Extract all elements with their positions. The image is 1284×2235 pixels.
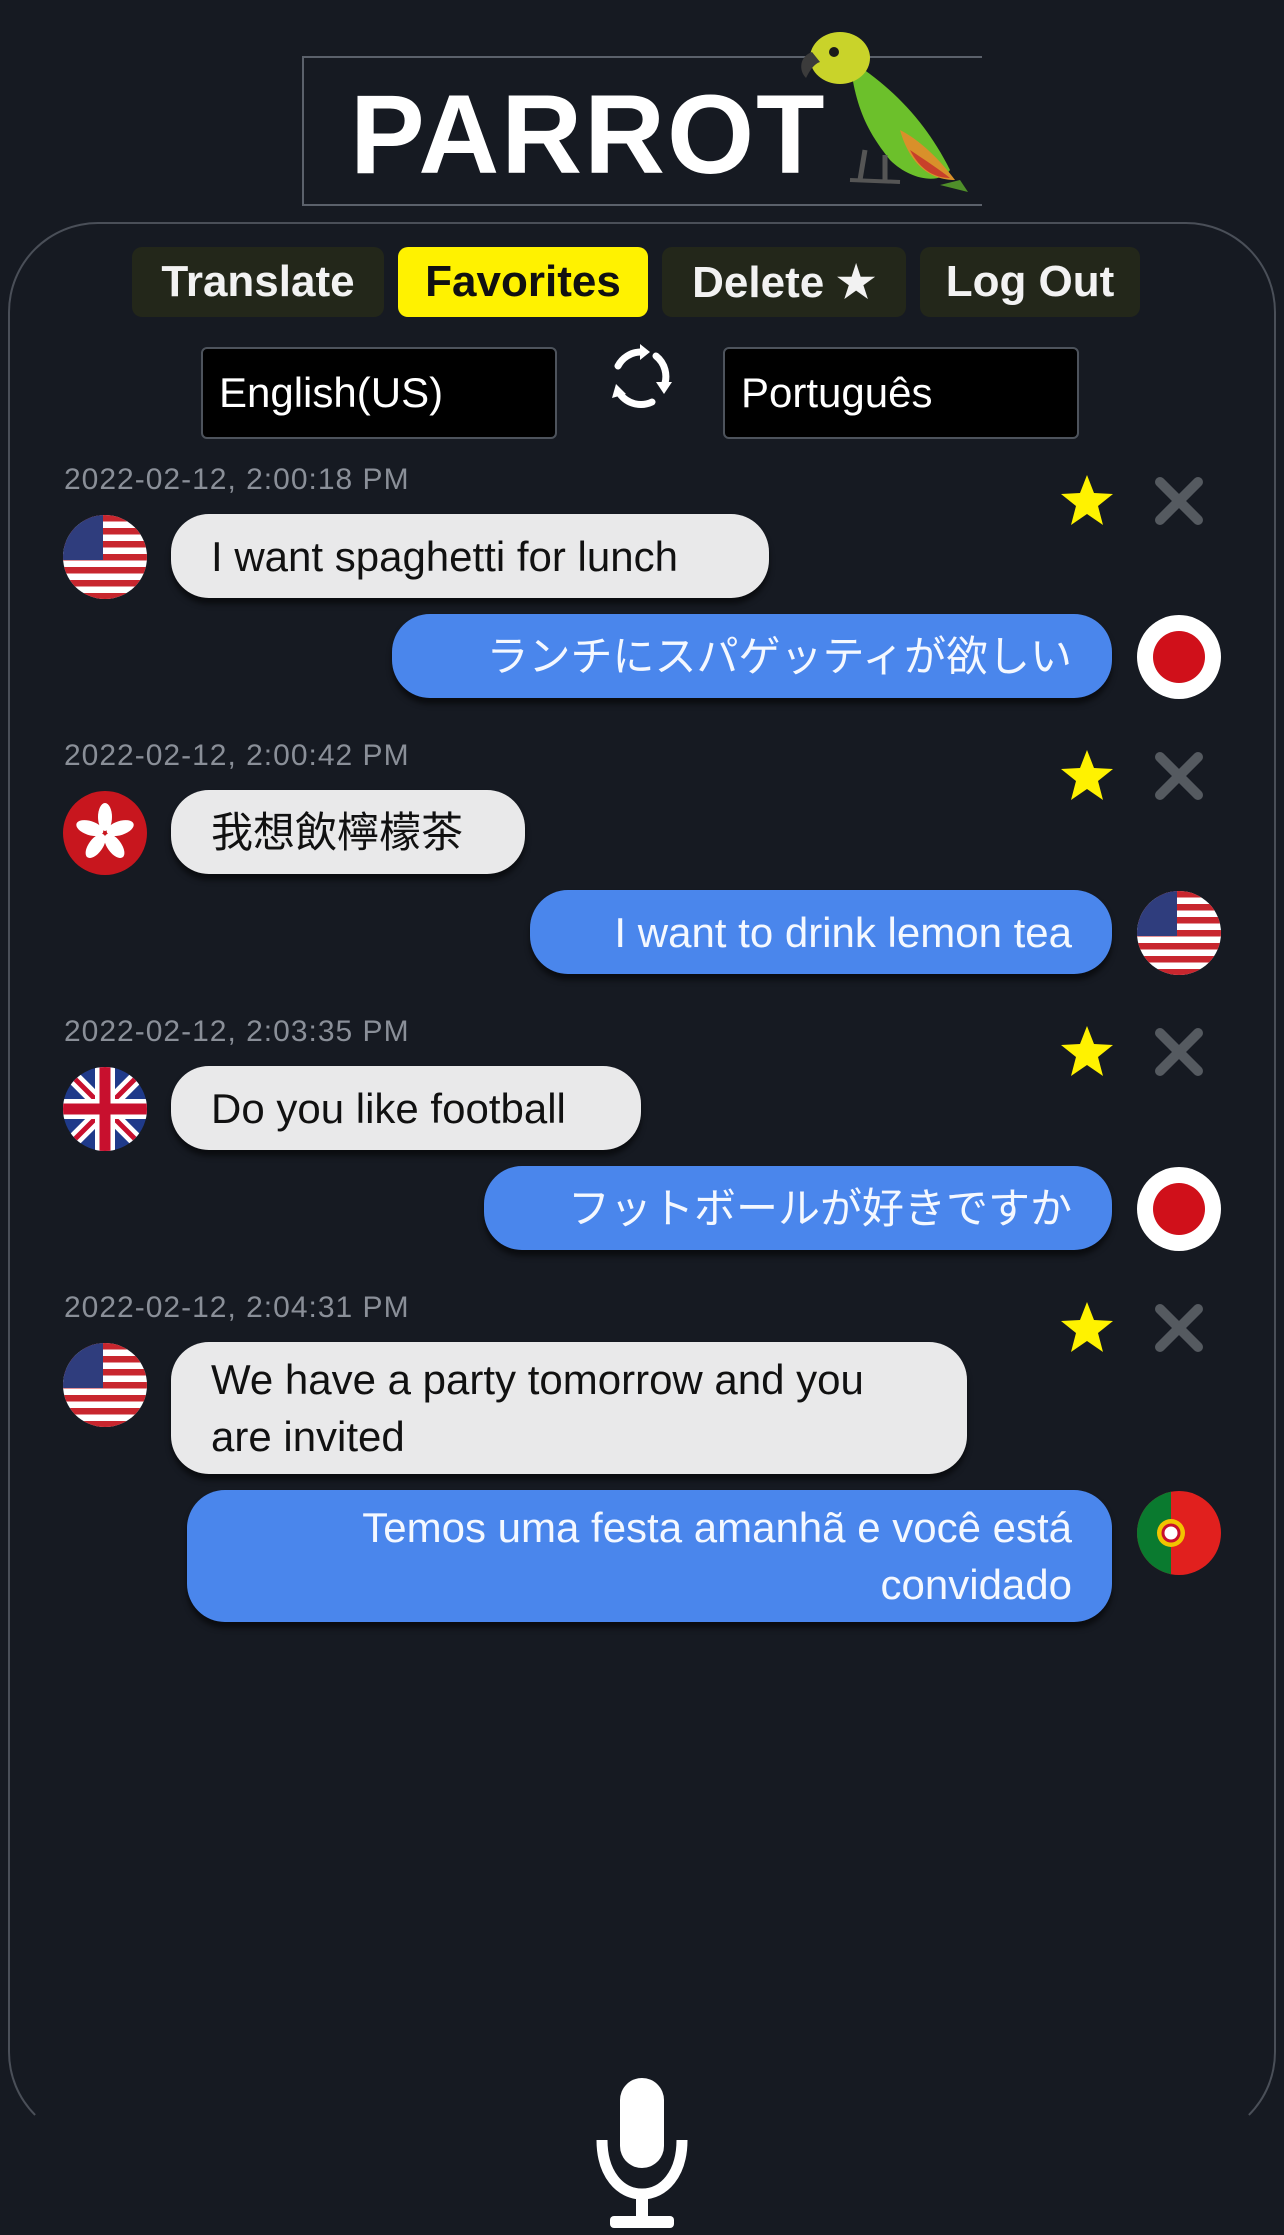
delete-x-icon[interactable] xyxy=(1150,747,1208,805)
message-timestamp: 2022-02-12, 2:00:42 PM xyxy=(64,739,410,772)
star-icon[interactable] xyxy=(1058,472,1116,530)
source-language-select[interactable]: English(US) xyxy=(201,347,557,439)
app-title: PARROT xyxy=(350,72,827,197)
japan-flag-icon xyxy=(1137,1167,1221,1251)
delete-x-icon[interactable] xyxy=(1150,1299,1208,1357)
parrot-icon xyxy=(801,32,968,192)
translated-message-bubble: I want to drink lemon tea xyxy=(530,890,1112,974)
uk-flag-icon xyxy=(63,1067,147,1151)
message-timestamp: 2022-02-12, 2:04:31 PM xyxy=(64,1291,410,1324)
delete-x-icon[interactable] xyxy=(1150,1023,1208,1081)
source-message-bubble: 我想飲檸檬茶 xyxy=(171,790,525,874)
delete-x-icon[interactable] xyxy=(1150,472,1208,530)
hong-kong-flag-icon xyxy=(63,791,147,875)
message-timestamp: 2022-02-12, 2:00:18 PM xyxy=(64,463,410,496)
translated-message-bubble: Temos uma festa amanhã e você está convi… xyxy=(187,1490,1112,1622)
star-icon[interactable] xyxy=(1058,1023,1116,1081)
microphone-icon[interactable] xyxy=(596,2078,688,2230)
star-icon[interactable] xyxy=(1058,1299,1116,1357)
us-flag-icon xyxy=(63,1343,147,1427)
message-timestamp: 2022-02-12, 2:03:35 PM xyxy=(64,1015,410,1048)
us-flag-icon xyxy=(1137,891,1221,975)
portugal-flag-icon xyxy=(1137,1491,1221,1575)
japan-flag-icon xyxy=(1137,615,1221,699)
us-flag-icon xyxy=(63,515,147,599)
swap-languages-icon[interactable] xyxy=(600,338,680,418)
tab-translate[interactable]: Translate xyxy=(132,247,384,317)
translated-message-bubble: ランチにスパゲッティが欲しい xyxy=(392,614,1112,698)
translated-message-bubble: フットボールが好きですか xyxy=(484,1166,1112,1250)
source-message-bubble: Do you like football xyxy=(171,1066,641,1150)
tab-delete-starred[interactable]: Delete ★ xyxy=(662,247,906,317)
target-language-select[interactable]: Português xyxy=(723,347,1079,439)
source-message-bubble: I want spaghetti for lunch xyxy=(171,514,769,598)
source-message-bubble: We have a party tomorrow and you are inv… xyxy=(171,1342,967,1474)
star-icon[interactable] xyxy=(1058,747,1116,805)
tab-log-out[interactable]: Log Out xyxy=(920,247,1140,317)
tab-favorites[interactable]: Favorites xyxy=(398,247,648,317)
